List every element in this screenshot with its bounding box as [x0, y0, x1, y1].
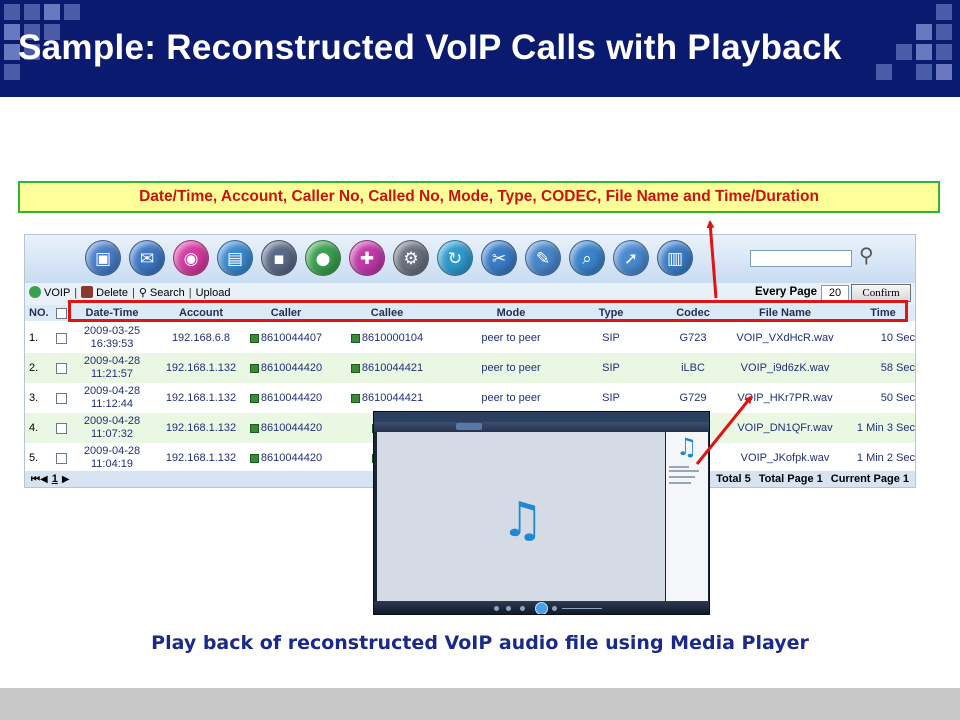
annotation-arrows [695, 220, 753, 465]
playback-caption: Play back of reconstructed VoIP audio fi… [151, 632, 809, 654]
playback-arrow [695, 395, 753, 465]
callout-arrow [706, 220, 718, 299]
footer-bar [0, 688, 960, 720]
